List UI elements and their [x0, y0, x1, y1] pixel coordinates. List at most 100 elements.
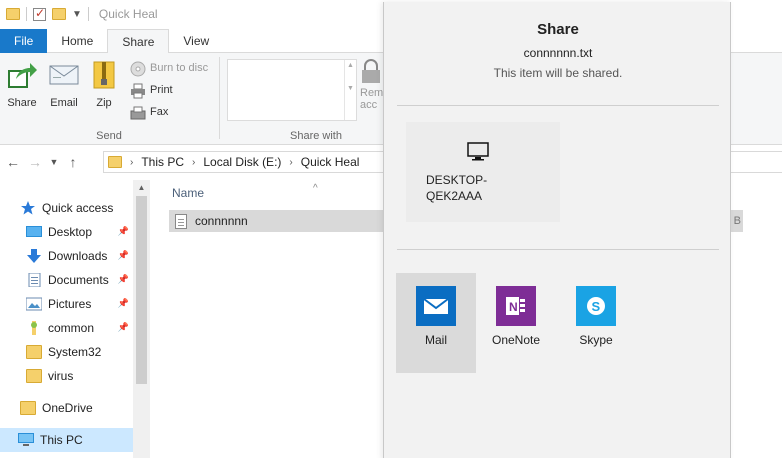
fax-label: Fax: [150, 106, 169, 118]
nav-item-quick-access[interactable]: Quick access: [0, 196, 133, 220]
breadcrumb-local-disk[interactable]: Local Disk (E:): [203, 155, 281, 169]
svg-text:N: N: [509, 300, 518, 314]
nav-item-common[interactable]: common 📌: [0, 316, 133, 340]
print-label: Print: [150, 84, 173, 96]
customize-toolbar-icon[interactable]: ▼: [72, 9, 82, 20]
documents-icon: [26, 272, 42, 288]
tab-home[interactable]: Home: [47, 29, 107, 53]
chevron-right-icon[interactable]: ›: [192, 157, 195, 168]
pin-icon[interactable]: 📌: [118, 298, 129, 309]
recent-locations-icon[interactable]: ▼: [46, 157, 62, 167]
nav-item-label: virus: [48, 369, 74, 383]
share-panel: Share connnnnn.txt This item will be sha…: [383, 2, 731, 458]
gallery-scrollbar[interactable]: ▲ ▼: [344, 60, 356, 120]
share-app-onenote[interactable]: N OneNote: [476, 273, 556, 373]
column-header-name[interactable]: Name ^: [172, 183, 318, 200]
nav-item-label: Pictures: [48, 297, 92, 311]
nav-item-pictures[interactable]: Pictures 📌: [0, 292, 133, 316]
pin-icon[interactable]: 📌: [118, 250, 129, 261]
pin-icon[interactable]: 📌: [118, 322, 129, 333]
nav-item-label: This PC: [40, 433, 83, 447]
computer-icon: [18, 433, 34, 447]
file-size: B: [733, 215, 741, 227]
pin-icon[interactable]: 📌: [118, 274, 129, 285]
nav-item-desktop[interactable]: Desktop 📌: [0, 220, 133, 244]
nav-item-label: Downloads: [48, 249, 108, 263]
tab-share[interactable]: Share: [107, 29, 170, 54]
zip-icon: [88, 59, 120, 91]
folder-icon: [26, 321, 42, 335]
share-with-gallery[interactable]: ▲ ▼: [227, 59, 357, 121]
email-button-label: Email: [50, 97, 78, 109]
nav-item-system32[interactable]: System32: [0, 340, 133, 364]
back-arrow-icon[interactable]: ←: [2, 154, 24, 170]
desktop-folder-icon: [26, 225, 42, 239]
share-app-mail[interactable]: Mail: [396, 273, 476, 373]
share-app-label: Mail: [424, 333, 447, 347]
share-app-label: OneNote: [491, 333, 541, 347]
file-explorer-window: ▼ Quick Heal File Home Share View Share: [0, 0, 782, 458]
chevron-right-icon[interactable]: ›: [130, 157, 133, 168]
nav-item-virus[interactable]: virus: [0, 364, 133, 388]
remove-access-button[interactable]: Rem acc: [360, 59, 383, 111]
folder-icon: [26, 369, 42, 383]
zip-button[interactable]: Zip: [84, 59, 124, 109]
share-icon: [6, 59, 38, 91]
nav-item-onedrive[interactable]: OneDrive: [0, 396, 133, 420]
share-filename: connnnnn.txt: [523, 46, 593, 60]
navigation-scrollbar[interactable]: ▲: [133, 180, 150, 458]
nav-item-label: Quick access: [42, 201, 114, 215]
nav-item-downloads[interactable]: Downloads 📌: [0, 244, 133, 268]
nav-item-label: System32: [48, 345, 102, 359]
printer-icon: [130, 83, 146, 99]
zip-button-label: Zip: [96, 97, 112, 109]
up-arrow-icon[interactable]: ↑: [62, 154, 84, 170]
fax-button[interactable]: Fax: [130, 105, 169, 120]
send-group: Share Email Zip Burn to disc Print Fax S…: [0, 53, 218, 145]
forward-arrow-icon[interactable]: →: [24, 154, 46, 170]
svg-text:S: S: [592, 299, 601, 314]
mail-icon: [416, 286, 456, 326]
nav-item-documents[interactable]: Documents 📌: [0, 268, 133, 292]
computer-icon: [466, 140, 490, 164]
divider: [397, 249, 719, 250]
text-file-icon: [175, 213, 187, 229]
email-button[interactable]: Email: [44, 59, 84, 109]
folder-icon[interactable]: [6, 8, 20, 20]
share-button[interactable]: Share: [2, 59, 42, 109]
breadcrumb-this-pc[interactable]: This PC: [141, 155, 184, 169]
divider: [87, 7, 89, 21]
file-name: connnnnn: [195, 214, 248, 228]
share-app-skype[interactable]: S Skype: [556, 273, 636, 373]
onenote-icon: N: [496, 286, 536, 326]
scroll-up-arrow-icon[interactable]: ▲: [133, 180, 150, 196]
share-title: Share: [537, 21, 579, 38]
nearby-device-tile[interactable]: DESKTOP-QEK2AAA: [406, 122, 560, 222]
lock-icon: [360, 59, 382, 85]
pictures-icon: [25, 297, 43, 311]
nav-item-label: Desktop: [48, 225, 93, 239]
email-icon: [48, 59, 80, 91]
scrollbar-thumb[interactable]: [136, 196, 147, 384]
onedrive-icon: [20, 401, 36, 415]
tab-file[interactable]: File: [0, 29, 48, 53]
chevron-right-icon[interactable]: ›: [289, 157, 292, 168]
properties-icon[interactable]: [33, 6, 46, 21]
breadcrumb-quick-heal[interactable]: Quick Heal: [301, 155, 360, 169]
pin-icon[interactable]: 📌: [118, 226, 129, 237]
send-group-label: Send: [96, 130, 122, 142]
disc-icon: [130, 61, 146, 77]
burn-to-disc-button[interactable]: Burn to disc: [130, 61, 209, 77]
share-button-label: Share: [7, 97, 37, 109]
nav-item-label: OneDrive: [42, 401, 93, 415]
download-icon: [26, 249, 42, 263]
nav-item-this-pc[interactable]: This PC: [0, 428, 133, 452]
folder-icon: [26, 345, 42, 359]
nav-item-label: Documents: [48, 273, 109, 287]
tab-view[interactable]: View: [169, 29, 223, 53]
new-folder-icon[interactable]: [52, 8, 66, 20]
print-button[interactable]: Print: [130, 83, 173, 99]
fax-icon: [130, 105, 146, 120]
burn-to-disc-label: Burn to disc: [150, 62, 209, 74]
divider: [26, 7, 27, 21]
